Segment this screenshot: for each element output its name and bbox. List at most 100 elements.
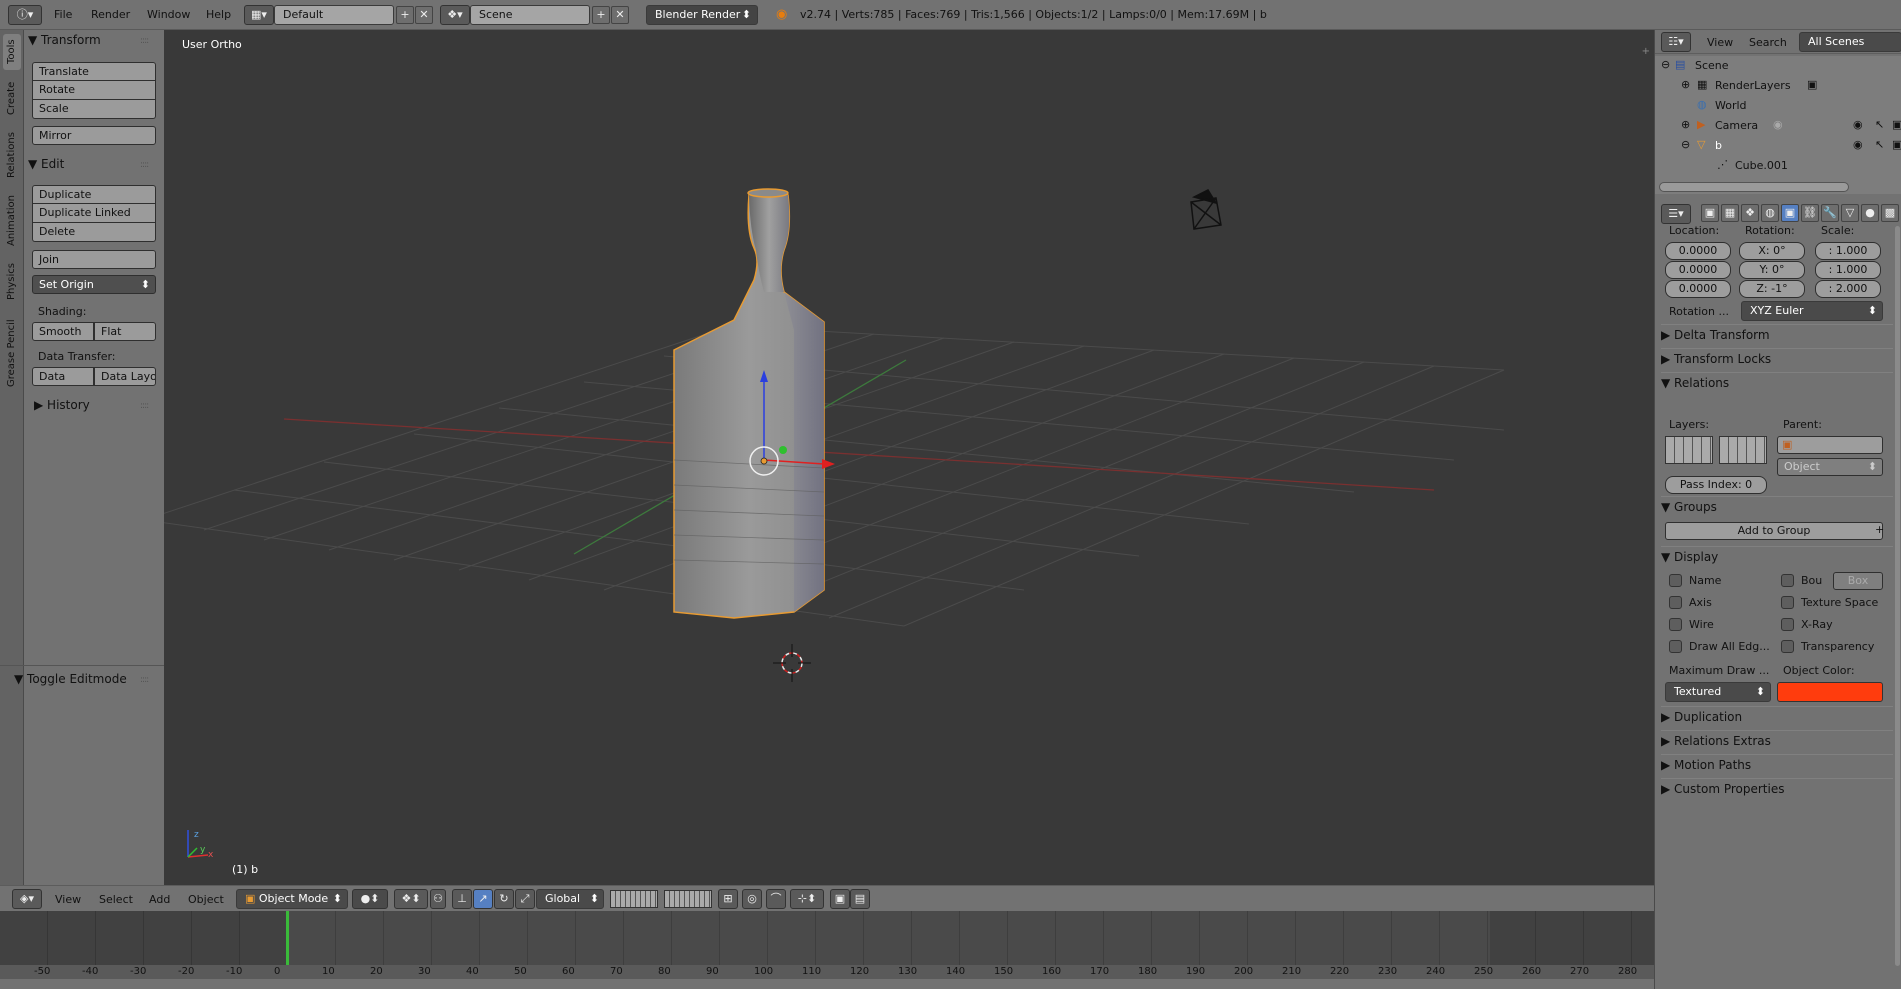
menu-help[interactable]: Help xyxy=(206,8,231,21)
data-button[interactable]: Data xyxy=(32,367,94,386)
rotation-y-field[interactable]: Y: 0° xyxy=(1739,261,1805,279)
history-panel-header[interactable]: ▶ History xyxy=(34,398,90,412)
relations-panel[interactable]: ▼ Relations xyxy=(1661,372,1893,392)
scene-icon[interactable]: ❖▾ xyxy=(440,5,470,25)
tab-physics[interactable]: Physics xyxy=(3,258,21,306)
outliner-item-world[interactable]: World xyxy=(1715,99,1747,112)
material-context-icon[interactable]: ● xyxy=(1861,204,1879,222)
properties-editor-type-icon[interactable]: ☰▾ xyxy=(1661,204,1691,224)
b-collapse-icon[interactable]: ⊖ xyxy=(1681,138,1690,151)
set-origin-select[interactable]: Set Origin ⬍ xyxy=(32,275,156,294)
menu-object[interactable]: Object xyxy=(188,893,224,906)
object-layers-grid-2[interactable] xyxy=(1719,436,1767,464)
outliner-item-cube[interactable]: Cube.001 xyxy=(1735,159,1788,172)
bounds-checkbox[interactable] xyxy=(1781,574,1794,587)
render-still-icon[interactable]: ▣ xyxy=(830,889,850,909)
scene-field[interactable]: Scene xyxy=(470,5,590,25)
mirror-button[interactable]: Mirror xyxy=(32,126,156,145)
render-context-icon[interactable]: ▣ xyxy=(1701,204,1719,222)
rotate-manipulator-icon[interactable]: ↻ xyxy=(494,889,514,909)
outliner-item-renderlayers[interactable]: RenderLayers xyxy=(1715,79,1791,92)
outliner-menu-view[interactable]: View xyxy=(1707,36,1733,49)
transparency-checkbox[interactable] xyxy=(1781,640,1794,653)
tab-animation[interactable]: Animation xyxy=(3,190,21,252)
menu-file[interactable]: File xyxy=(54,8,72,21)
rotate-button[interactable]: Rotate xyxy=(32,81,156,100)
location-x-field[interactable]: 0.0000 xyxy=(1665,242,1731,260)
draw-all-edges-checkbox[interactable] xyxy=(1669,640,1682,653)
flat-button[interactable]: Flat xyxy=(94,322,156,341)
display-panel[interactable]: ▼ Display xyxy=(1661,546,1893,566)
tab-grease-pencil[interactable]: Grease Pencil xyxy=(3,312,21,394)
remove-screen-icon[interactable]: ✕ xyxy=(415,6,433,24)
rotation-mode-select[interactable]: XYZ Euler ⬍ xyxy=(1741,301,1883,321)
custom-properties-panel[interactable]: ▶ Custom Properties xyxy=(1661,778,1893,798)
translate-manipulator-icon[interactable]: ↗ xyxy=(473,889,493,909)
properties-scrollbar[interactable] xyxy=(1895,226,1900,966)
add-scene-icon[interactable]: + xyxy=(592,6,610,24)
location-z-field[interactable]: 0.0000 xyxy=(1665,280,1731,298)
xray-checkbox[interactable] xyxy=(1781,618,1794,631)
drag-handle-icon[interactable]: :::: xyxy=(140,401,149,411)
pass-index-field[interactable]: Pass Index: 0 xyxy=(1665,476,1767,494)
screen-layout-icon[interactable]: ▦▾ xyxy=(244,5,274,25)
menu-window[interactable]: Window xyxy=(147,8,190,21)
object-color-swatch[interactable] xyxy=(1777,682,1883,702)
scene-layers-grid[interactable] xyxy=(610,890,658,908)
manipulator-toggle-icon[interactable]: ⊥ xyxy=(452,889,472,909)
viewport-shading-icon[interactable]: ●⬍ xyxy=(352,889,388,909)
edit-panel-header[interactable]: ▼ Edit xyxy=(28,157,64,171)
snap-icon[interactable]: ⊹⬍ xyxy=(790,889,824,909)
join-button[interactable]: Join xyxy=(32,250,156,269)
menu-view[interactable]: View xyxy=(55,893,81,906)
modifiers-context-icon[interactable]: 🔧 xyxy=(1821,204,1839,222)
current-frame-marker[interactable] xyxy=(286,911,289,965)
b-selectable-arrow-icon[interactable]: ↖ xyxy=(1875,138,1884,151)
tab-create[interactable]: Create xyxy=(3,76,21,120)
scene-collapse-icon[interactable]: ⊖ xyxy=(1661,58,1670,71)
toggle-editmode-panel-header[interactable]: ▼ Toggle Editmode xyxy=(14,672,127,686)
renderlayers-expand-icon[interactable]: ⊕ xyxy=(1681,78,1690,91)
motion-paths-panel[interactable]: ▶ Motion Paths xyxy=(1661,754,1893,774)
remove-scene-icon[interactable]: ✕ xyxy=(611,6,629,24)
screen-layout-field[interactable]: Default xyxy=(274,5,394,25)
tab-relations[interactable]: Relations xyxy=(3,126,21,184)
texture-context-icon[interactable]: ▩ xyxy=(1881,204,1899,222)
object-layers-grid[interactable] xyxy=(1665,436,1713,464)
duplicate-button[interactable]: Duplicate xyxy=(32,185,156,204)
outliner-item-camera[interactable]: Camera xyxy=(1715,119,1758,132)
transform-orientation-select[interactable]: Global ⬍ xyxy=(536,889,604,909)
scale-z-field[interactable]: : 2.000 xyxy=(1815,280,1881,298)
camera-expand-icon[interactable]: ⊕ xyxy=(1681,118,1690,131)
data-layout-button[interactable]: Data Layo xyxy=(94,367,156,386)
scene-context-icon[interactable]: ❖ xyxy=(1741,204,1759,222)
max-draw-type-select[interactable]: Textured ⬍ xyxy=(1665,682,1771,702)
translate-button[interactable]: Translate xyxy=(32,62,156,81)
duplication-panel[interactable]: ▶ Duplication xyxy=(1661,706,1893,726)
mode-select[interactable]: ▣ Object Mode ⬍ xyxy=(236,889,348,909)
timeline[interactable]: -50 -40 -30 -20 -10 0 10 20 30 40 50 60 70 80 90 100 110… xyxy=(0,911,1654,989)
proportional-edit-icon[interactable]: ◎ xyxy=(742,889,762,909)
renderlayers-context-icon[interactable]: ▦ xyxy=(1721,204,1739,222)
bounds-type-select[interactable]: Box xyxy=(1833,572,1883,590)
smooth-button[interactable]: Smooth xyxy=(32,322,94,341)
b-render-icon[interactable]: ▣ xyxy=(1892,138,1901,151)
b-visibility-eye-icon[interactable]: ◉ xyxy=(1853,138,1863,151)
drag-handle-icon[interactable]: :::: xyxy=(140,36,149,46)
location-y-field[interactable]: 0.0000 xyxy=(1665,261,1731,279)
groups-panel[interactable]: ▼ Groups xyxy=(1661,496,1893,516)
constraints-context-icon[interactable]: ⛓ xyxy=(1801,204,1819,222)
camera-visibility-eye-icon[interactable]: ◉ xyxy=(1853,118,1863,131)
rotation-z-field[interactable]: Z: -1° xyxy=(1739,280,1805,298)
delta-transform-panel[interactable]: ▶ Delta Transform xyxy=(1661,324,1893,344)
proportional-falloff-icon[interactable]: ⌒ xyxy=(766,889,786,909)
transform-panel-header[interactable]: ▼ Transform xyxy=(28,33,101,47)
wire-checkbox[interactable] xyxy=(1669,618,1682,631)
texture-space-checkbox[interactable] xyxy=(1781,596,1794,609)
outliner-menu-search[interactable]: Search xyxy=(1749,36,1787,49)
parent-type-select[interactable]: Object ⬍ xyxy=(1777,458,1883,476)
scene-layers-grid-2[interactable] xyxy=(664,890,712,908)
menu-render[interactable]: Render xyxy=(91,8,130,21)
scale-button[interactable]: Scale xyxy=(32,100,156,119)
pivot-point-icon[interactable]: ❖⬍ xyxy=(394,889,428,909)
